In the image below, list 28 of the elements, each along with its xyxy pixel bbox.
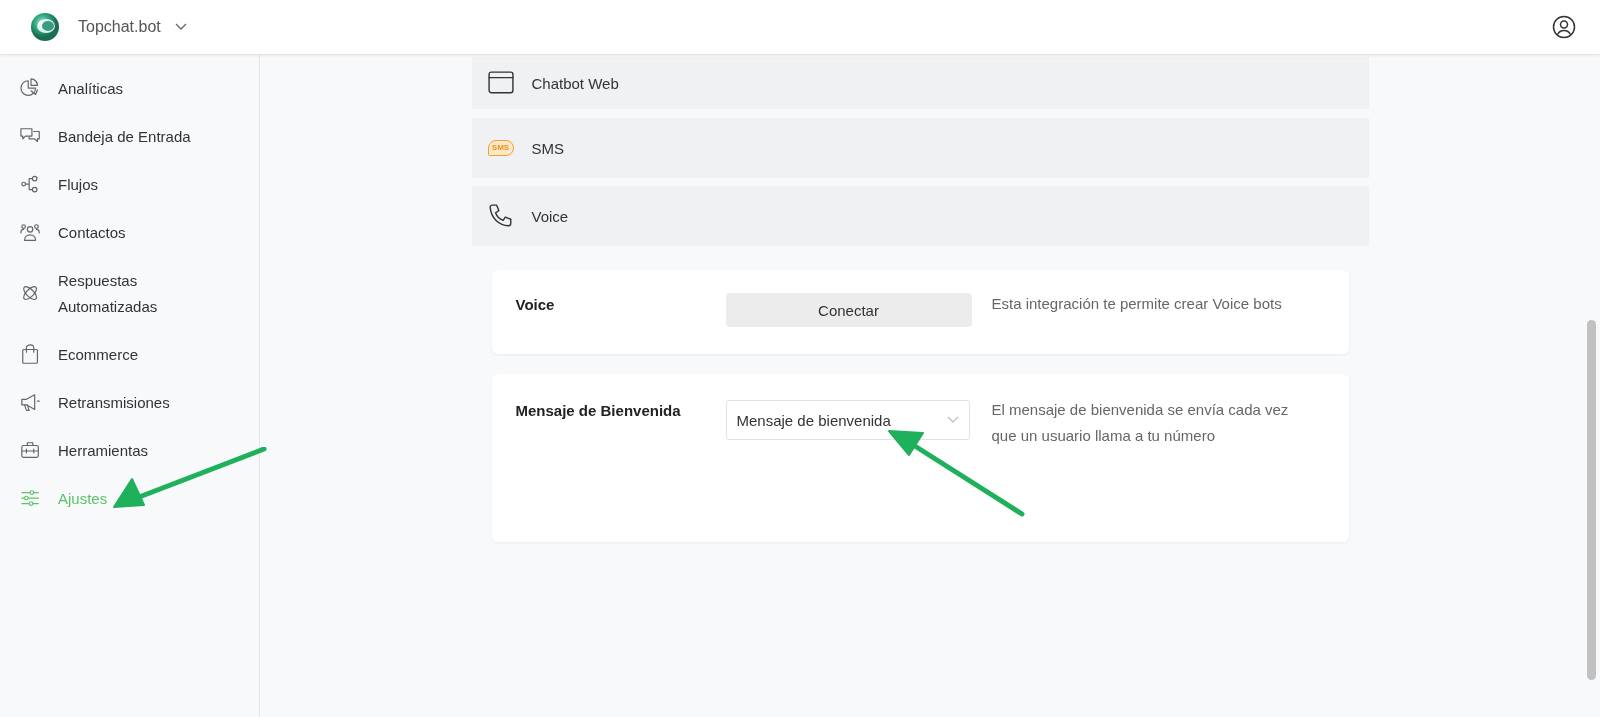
channel-item[interactable]: SMS SMS <box>471 118 1369 178</box>
connect-button[interactable]: Conectar <box>725 293 972 327</box>
card-description: Esta integración te permite crear Voice bots <box>991 294 1283 314</box>
sidebar-item[interactable]: Ecommerce <box>0 331 259 379</box>
sidebar-item[interactable]: Contactos <box>0 209 259 257</box>
workspace-dropdown[interactable]: Topchat.bot <box>78 18 187 36</box>
app-logo <box>30 12 60 42</box>
channel-item[interactable]: Chatbot Web <box>471 57 1369 109</box>
sidebar-item[interactable]: Bandeja de Entrada <box>0 113 259 161</box>
chevron-down-icon <box>174 23 187 31</box>
card-description: El mensaje de bienvenida se envía cada vez que un usuario llama a tu número <box>991 400 1290 446</box>
user-account-icon[interactable] <box>1552 15 1576 39</box>
scrollbar-thumb[interactable] <box>1587 320 1596 680</box>
browser-window-icon <box>487 70 514 96</box>
sidebar-item[interactable]: Flujos <box>0 161 259 209</box>
sidebar-item[interactable]: Retransmisiones <box>0 379 259 427</box>
sidebar-item[interactable]: Herramientas <box>0 427 259 475</box>
sms-bubble-icon: SMS <box>487 140 514 156</box>
sidebar-item[interactable]: Respuestas Automatizadas <box>0 257 259 331</box>
card-title: Mensaje de Bienvenida <box>515 401 682 419</box>
phone-icon <box>487 203 514 229</box>
channel-item[interactable]: Voice <box>471 186 1369 246</box>
sidebar-item[interactable]: Analíticas <box>0 65 259 113</box>
welcome-message-select[interactable]: Mensaje de bienvenida <box>725 400 970 440</box>
megaphone-icon <box>20 392 42 414</box>
chevron-down-icon <box>946 416 959 424</box>
people-icon <box>20 222 42 244</box>
card-title: Voice <box>515 295 556 313</box>
